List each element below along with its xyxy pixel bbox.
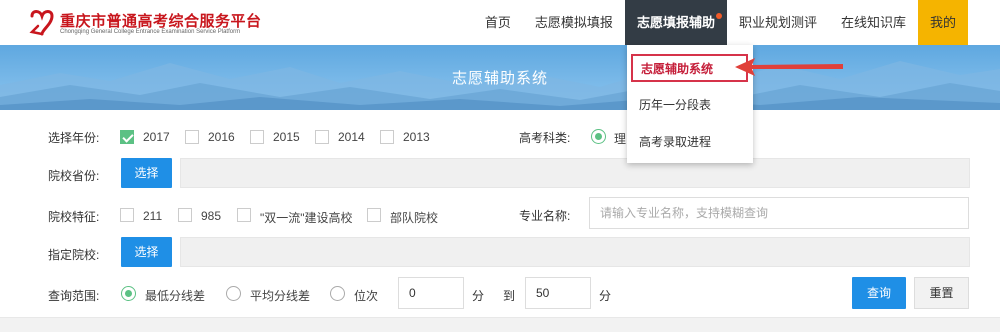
dropdown-item-admission-progress[interactable]: 高考录取进程 bbox=[627, 124, 753, 161]
dropdown-item-assist-system[interactable]: 志愿辅助系统 bbox=[631, 54, 748, 82]
subject-radio-science[interactable] bbox=[591, 129, 606, 144]
main-nav: 首页 志愿模拟填报 志愿填报辅助 职业规划测评 在线知识库 我的 bbox=[473, 0, 968, 45]
subject-label: 高考科类: bbox=[519, 131, 571, 145]
pointer-arrow-icon bbox=[735, 58, 843, 76]
nav-item-mock-application[interactable]: 志愿模拟填报 bbox=[523, 0, 625, 45]
unit-label: 分 bbox=[472, 289, 485, 303]
logo-mark-icon bbox=[29, 10, 54, 36]
unit-label: 分 bbox=[599, 289, 612, 303]
range-to-input[interactable]: 50 bbox=[525, 277, 591, 309]
year-label: 选择年份: bbox=[48, 131, 100, 145]
feature-checkbox-211[interactable] bbox=[120, 208, 134, 222]
query-button[interactable]: 查询 bbox=[852, 277, 906, 309]
year-checkbox-2014[interactable] bbox=[315, 130, 329, 144]
year-option-label: 2015 bbox=[273, 130, 300, 144]
feature-option-label: "双一流"建设高校 bbox=[260, 211, 353, 225]
school-select-button[interactable]: 选择 bbox=[121, 237, 172, 267]
year-checkbox-2013[interactable] bbox=[380, 130, 394, 144]
logo-title: 重庆市普通高考综合服务平台 bbox=[60, 12, 262, 30]
feature-option-label: 部队院校 bbox=[390, 211, 439, 225]
year-option-label: 2013 bbox=[403, 130, 430, 144]
subject-option-label: 理 bbox=[614, 132, 627, 146]
logo-subtitle: Chongqing General College Entrance Exami… bbox=[60, 29, 241, 35]
range-from-input[interactable]: 0 bbox=[398, 277, 464, 309]
page-banner: 志愿辅助系统 bbox=[0, 45, 1000, 110]
nav-item-career-assessment[interactable]: 职业规划测评 bbox=[727, 0, 829, 45]
range-option-label: 平均分线差 bbox=[250, 289, 311, 303]
province-label: 院校省份: bbox=[48, 169, 100, 183]
year-option-label: 2016 bbox=[208, 130, 235, 144]
banner-title: 志愿辅助系统 bbox=[451, 70, 548, 87]
province-select-button[interactable]: 选择 bbox=[121, 158, 172, 188]
notification-dot-icon bbox=[715, 13, 722, 19]
page-bottom-strip bbox=[0, 317, 1000, 332]
school-selection-display bbox=[180, 237, 970, 267]
top-header: 重庆市普通高考综合服务平台 Chongqing General College … bbox=[0, 0, 1000, 45]
feature-option-label: 985 bbox=[201, 209, 222, 223]
year-option-label: 2014 bbox=[338, 130, 365, 144]
year-checkbox-2017[interactable] bbox=[120, 130, 134, 144]
nav-item-mine[interactable]: 我的 bbox=[917, 0, 968, 45]
feature-label: 院校特征: bbox=[48, 210, 100, 224]
feature-checkbox-985[interactable] bbox=[178, 208, 192, 222]
range-radio-min-diff[interactable] bbox=[121, 286, 136, 301]
nav-item-home[interactable]: 首页 bbox=[473, 0, 523, 45]
to-label: 到 bbox=[503, 289, 516, 303]
range-option-label: 最低分线差 bbox=[145, 289, 206, 303]
year-option-label: 2017 bbox=[143, 130, 170, 144]
range-radio-rank[interactable] bbox=[330, 286, 345, 301]
feature-checkbox-military[interactable] bbox=[367, 208, 381, 222]
dropdown-item-score-table[interactable]: 历年一分段表 bbox=[627, 87, 753, 124]
range-label: 查询范围: bbox=[48, 289, 100, 303]
nav-item-application-assist[interactable]: 志愿填报辅助 bbox=[624, 0, 727, 45]
nav-item-knowledge-base[interactable]: 在线知识库 bbox=[829, 0, 918, 45]
year-checkbox-2015[interactable] bbox=[250, 130, 264, 144]
school-label: 指定院校: bbox=[48, 248, 100, 262]
feature-option-label: 211 bbox=[143, 209, 163, 223]
province-selection-display bbox=[180, 158, 970, 188]
year-checkbox-2016[interactable] bbox=[185, 130, 199, 144]
major-search-input[interactable]: 请输入专业名称，支持模糊查询 bbox=[589, 197, 969, 229]
site-logo[interactable]: 重庆市普通高考综合服务平台 Chongqing General College … bbox=[28, 8, 288, 40]
major-label: 专业名称: bbox=[519, 209, 571, 223]
feature-checkbox-double-first-class[interactable] bbox=[237, 208, 251, 222]
range-radio-avg-diff[interactable] bbox=[226, 286, 241, 301]
reset-button[interactable]: 重置 bbox=[914, 277, 969, 309]
nav-item-application-assist-label: 志愿填报辅助 bbox=[636, 15, 715, 30]
range-option-label: 位次 bbox=[354, 289, 379, 303]
